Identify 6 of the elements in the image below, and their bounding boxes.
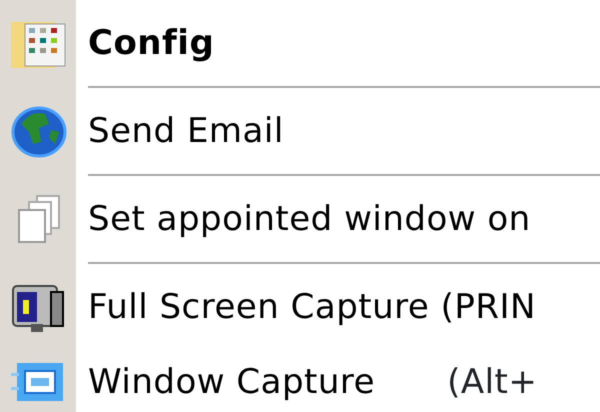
menu-item[interactable]: Config [76,18,214,68]
menu-item[interactable]: Send Email [76,106,284,156]
menu-item[interactable]: Set appointed window on [76,194,531,244]
shortcut-label: (Alt+ [447,360,538,404]
menu-item[interactable]: Full Screen Capture (PRIN [76,282,536,332]
menu-item[interactable]: Window Capture [76,356,376,408]
